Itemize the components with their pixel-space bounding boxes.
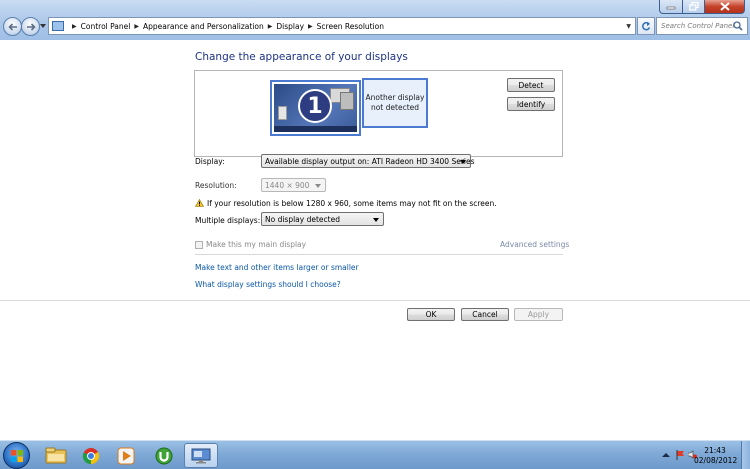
detect-button[interactable]: Detect — [507, 78, 555, 92]
ok-button[interactable]: OK — [407, 308, 455, 321]
display-select-value: Available display output on: ATI Radeon … — [265, 156, 475, 166]
identify-button[interactable]: Identify — [507, 97, 555, 111]
window-titlebar: ▶ Control Panel ▶ Appearance and Persona… — [0, 0, 750, 40]
taskbar-screen-resolution[interactable] — [184, 443, 218, 468]
windows-explorer-icon — [45, 447, 67, 464]
show-desktop-button[interactable] — [741, 441, 750, 469]
display-select[interactable]: Available display output on: ATI Radeon … — [261, 154, 475, 168]
chevron-right-icon[interactable]: ▶ — [268, 23, 273, 30]
main-display-label: Make this my main display — [206, 240, 307, 249]
taskbar-clock[interactable]: 21:43 02/08/2012 — [694, 446, 738, 466]
chevron-right-icon[interactable]: ▶ — [308, 23, 313, 30]
chevron-right-icon[interactable]: ▶ — [134, 23, 139, 30]
breadcrumb-display[interactable]: Display — [276, 22, 304, 31]
clock-time: 21:43 — [704, 446, 726, 455]
display-help-link[interactable]: What display settings should I choose? — [195, 280, 341, 289]
taskbar: 21:43 02/08/2012 — [0, 440, 750, 469]
taskbar-utorrent[interactable] — [147, 443, 181, 468]
divider — [195, 254, 563, 255]
monitor-arrangement[interactable]: 1 Another display not detected Detect Id… — [194, 70, 563, 157]
gadget-icon — [340, 92, 354, 110]
chevron-right-icon[interactable]: ▶ — [72, 23, 77, 30]
arrow-right-icon — [26, 22, 36, 31]
main-display-checkbox — [195, 241, 203, 249]
resolution-warning: If your resolution is below 1280 x 960, … — [207, 199, 497, 208]
warning-icon — [195, 199, 204, 207]
monitor-1-screen: 1 — [274, 84, 357, 132]
resolution-select: 1440 × 900 — [261, 178, 326, 192]
flag-icon[interactable] — [676, 450, 685, 460]
taskbar-media-player[interactable] — [109, 443, 143, 468]
media-player-icon — [117, 447, 135, 464]
utorrent-icon — [155, 447, 173, 464]
advanced-settings-link[interactable]: Advanced settings — [500, 240, 569, 249]
apply-button: Apply — [514, 308, 563, 321]
restore-button[interactable] — [683, 0, 705, 14]
search-input[interactable] — [661, 22, 735, 30]
text-size-link[interactable]: Make text and other items larger or smal… — [195, 263, 359, 272]
arrow-left-icon — [7, 22, 17, 31]
desktop-icon — [278, 106, 287, 120]
search-box[interactable] — [656, 17, 748, 35]
monitor-2-label-line1: Another display — [365, 93, 425, 102]
screen-resolution-panel: Change the appearance of your displays 1… — [0, 40, 750, 440]
screen-resolution-icon — [191, 448, 211, 463]
start-button[interactable] — [3, 442, 30, 469]
clock-date: 02/08/2012 — [694, 456, 738, 465]
cancel-button[interactable]: Cancel — [461, 308, 509, 321]
control-panel-icon — [52, 21, 64, 31]
recent-pages-icon[interactable] — [40, 23, 46, 29]
search-icon[interactable] — [733, 21, 743, 31]
monitor-2[interactable]: Another display not detected — [362, 78, 428, 128]
display-label: Display: — [195, 157, 225, 166]
breadcrumb-control-panel[interactable]: Control Panel — [81, 22, 131, 31]
windows-logo-icon — [10, 449, 23, 462]
show-hidden-icons-icon[interactable] — [662, 452, 670, 458]
multiple-displays-value: No display detected — [265, 214, 340, 224]
breadcrumb-screen-resolution[interactable]: Screen Resolution — [317, 22, 384, 31]
multiple-displays-label: Multiple displays: — [195, 216, 261, 225]
resolution-label: Resolution: — [195, 181, 237, 190]
taskbar-chrome[interactable] — [74, 443, 108, 468]
chevron-down-icon — [460, 160, 466, 164]
monitor-number: 1 — [298, 89, 332, 123]
divider — [0, 300, 750, 301]
chevron-down-icon[interactable]: ▼ — [626, 23, 631, 30]
taskbar-explorer[interactable] — [39, 443, 73, 468]
back-button[interactable] — [3, 17, 22, 36]
mini-taskbar — [274, 126, 357, 132]
minimize-button[interactable] — [659, 0, 683, 14]
monitor-1[interactable]: 1 — [270, 80, 361, 136]
close-icon — [719, 2, 730, 11]
refresh-icon — [642, 21, 651, 31]
monitor-2-label-line2: not detected — [370, 103, 420, 112]
minimize-icon — [666, 6, 676, 9]
chrome-icon — [82, 447, 100, 464]
resolution-select-value: 1440 × 900 — [265, 180, 310, 190]
close-button[interactable] — [705, 0, 745, 14]
page-title: Change the appearance of your displays — [195, 51, 408, 63]
restore-icon — [688, 2, 699, 11]
chevron-down-icon — [315, 184, 321, 188]
refresh-button[interactable] — [637, 17, 655, 35]
multiple-displays-select[interactable]: No display detected — [261, 212, 384, 226]
breadcrumb-appearance[interactable]: Appearance and Personalization — [143, 22, 264, 31]
forward-button[interactable] — [21, 17, 40, 36]
address-bar[interactable]: ▶ Control Panel ▶ Appearance and Persona… — [48, 17, 636, 35]
chevron-down-icon — [373, 218, 379, 222]
